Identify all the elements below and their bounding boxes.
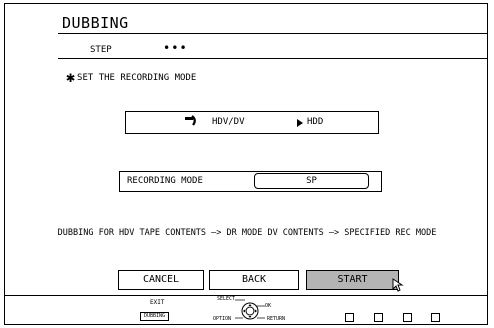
start-button[interactable]: START: [306, 270, 399, 290]
source-destination-row: [125, 111, 379, 134]
title-divider: [58, 33, 488, 34]
remote-dpad-icon: [235, 299, 265, 320]
recording-mode-select[interactable]: SP: [254, 173, 369, 189]
destination-label: HDD: [307, 117, 324, 127]
color-button-2: [374, 313, 383, 322]
arrow-right-icon: [297, 119, 303, 127]
option-label: OPTION: [213, 316, 232, 322]
step-divider: [58, 58, 488, 59]
page-title: DUBBING: [62, 14, 129, 32]
color-button-1: [345, 313, 354, 322]
pointer-cursor-icon: [392, 278, 404, 292]
color-button-4: [431, 313, 440, 322]
cancel-button[interactable]: CANCEL: [118, 270, 204, 290]
instruction-text: SET THE RECORDING MODE: [77, 73, 197, 83]
footer-divider: [4, 295, 488, 296]
recording-mode-label: RECORDING MODE: [127, 176, 203, 186]
step-progress-dots: •••: [163, 41, 188, 55]
return-label: RETURN: [267, 316, 286, 322]
instruction: ✱ SET THE RECORDING MODE: [66, 68, 196, 86]
asterisk-icon: ✱: [66, 68, 76, 86]
step-label: STEP: [90, 45, 112, 55]
tape-source-icon: [185, 115, 196, 126]
source-label: HDV/DV: [212, 117, 245, 127]
info-text: DUBBING FOR HDV TAPE CONTENTS —> DR MODE…: [57, 228, 437, 238]
color-button-3: [403, 313, 412, 322]
back-button[interactable]: BACK: [209, 270, 299, 290]
exit-label: EXIT: [150, 299, 165, 306]
mode-badge: DUBBING: [140, 312, 169, 321]
